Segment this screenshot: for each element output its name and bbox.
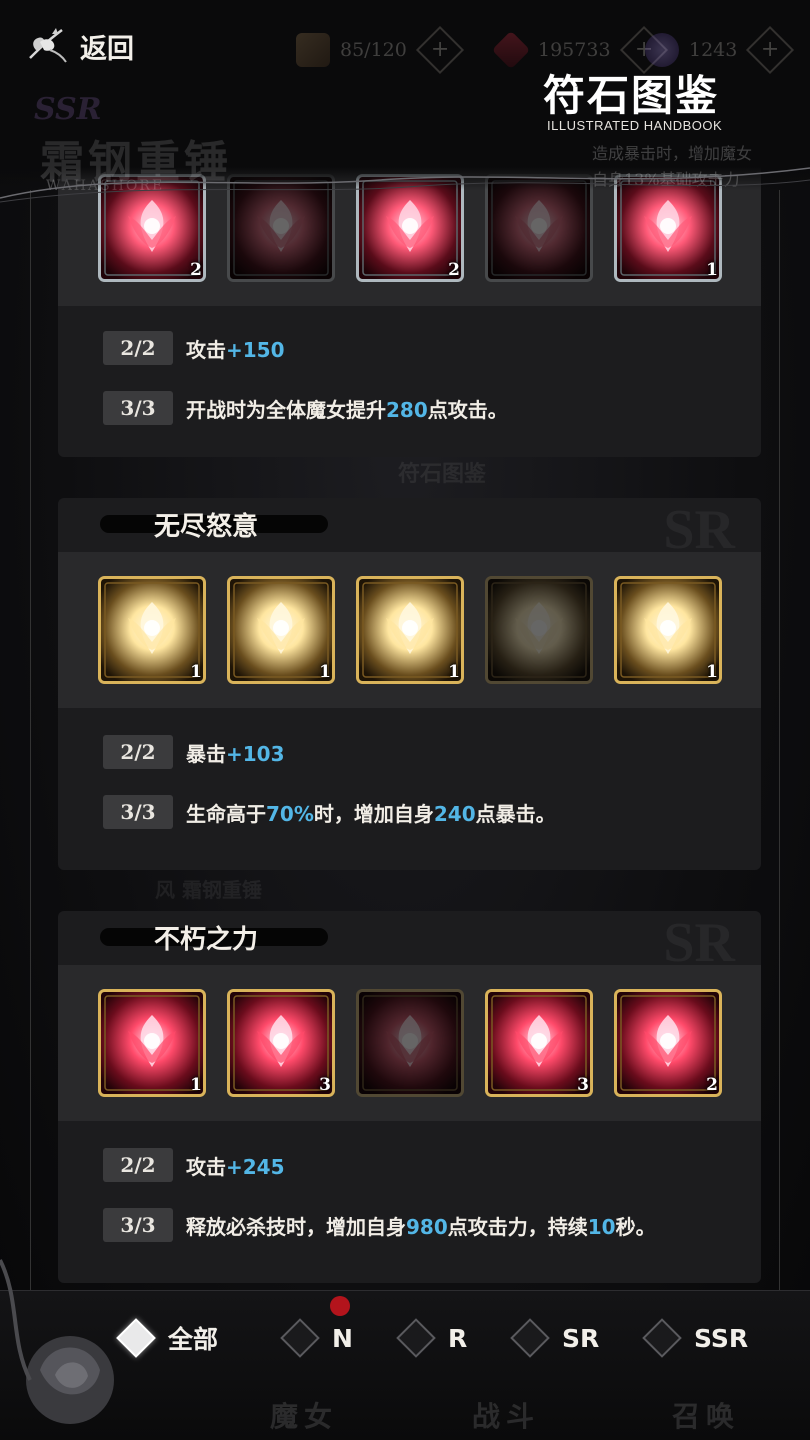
back-button-overlay[interactable]: 返回 xyxy=(22,18,152,74)
nav-ghost-summon: 召唤 xyxy=(672,1400,741,1433)
bg-ghost-title: 符石图鉴 xyxy=(398,461,487,487)
filter-ssr[interactable]: SSR xyxy=(642,1316,749,1360)
filter-label: R xyxy=(448,1323,468,1353)
rune-count: 2 xyxy=(190,260,202,280)
rune-tile[interactable]: 1 xyxy=(98,576,206,684)
rune-row: 1 1 1 1 xyxy=(58,552,761,708)
resource-orb-value: 1243 xyxy=(689,39,738,61)
rune-count: 1 xyxy=(190,662,202,682)
rune-gem-icon xyxy=(356,989,464,1097)
bonus-text: 攻击+245 xyxy=(186,1154,285,1179)
resource-cards-overlay: 85/120 + xyxy=(296,25,464,75)
diamond-check-icon xyxy=(396,1318,436,1358)
cards-icon xyxy=(296,33,330,67)
bg-rarity-overlay: SSR xyxy=(34,92,102,127)
bg-ghost-lower: 风 霜钢重锤 xyxy=(155,878,262,902)
rune-count: 3 xyxy=(319,1075,331,1095)
bonus-row: 2/2 攻击+245 xyxy=(58,1135,761,1195)
rune-row: 1 3 3 2 xyxy=(58,965,761,1121)
rune-tile[interactable]: 1 xyxy=(614,576,722,684)
filter-all[interactable]: 全部 xyxy=(116,1316,219,1360)
rune-tile[interactable]: 3 xyxy=(485,989,593,1097)
rune-set-card[interactable]: 无尽怒意 SR 1 1 1 1 2/2 暴击+103 3/3 生命高于70%时，增加自… xyxy=(58,498,761,870)
rune-count: 2 xyxy=(448,260,460,280)
rune-tile[interactable]: 1 xyxy=(98,989,206,1097)
rune-count: 1 xyxy=(319,662,331,682)
filter-sr[interactable]: SR xyxy=(510,1316,600,1360)
filter-label: SSR xyxy=(694,1323,749,1353)
rune-count: 2 xyxy=(706,1075,718,1095)
resource-crystal-overlay: 195733 + xyxy=(491,25,668,75)
rune-tile[interactable] xyxy=(485,576,593,684)
add-cards-button[interactable]: + xyxy=(415,25,464,75)
page-subtitle-overlay: ILLUSTRATED HANDBOOK xyxy=(547,118,723,133)
bonus-tag: 2/2 xyxy=(103,735,173,769)
filter-r[interactable]: R xyxy=(396,1316,468,1360)
resource-orb-overlay: 1243 + xyxy=(645,25,795,75)
diamond-check-icon xyxy=(280,1318,320,1358)
bonus-text: 释放必杀技时，增加自身980点攻击力，持续10秒。 xyxy=(186,1214,656,1239)
rune-tile[interactable]: 1 xyxy=(356,576,464,684)
bonus-text: 生命高于70%时，增加自身240点暴击。 xyxy=(186,801,556,826)
card-header: 不朽之力 SR xyxy=(58,911,761,974)
nav-ghost-witch: 魔女 xyxy=(270,1400,339,1433)
red-crystal-icon xyxy=(491,30,531,70)
bonus-tag: 3/3 xyxy=(103,391,173,425)
diamond-check-icon xyxy=(116,1318,156,1358)
bonus-text: 暴击+103 xyxy=(186,741,285,766)
bonus-row: 2/2 暴击+103 xyxy=(58,722,761,782)
bonus-row: 2/2 攻击+150 xyxy=(58,318,761,378)
filter-label: 全部 xyxy=(168,1325,219,1354)
filter-n[interactable]: N xyxy=(280,1316,353,1360)
card-header: 无尽怒意 SR xyxy=(58,498,761,561)
bonus-row: 3/3 开战时为全体魔女提升280点攻击。 xyxy=(58,378,761,438)
bonus-tag: 3/3 xyxy=(103,795,173,829)
back-label: 返回 xyxy=(80,33,134,65)
rune-count: 1 xyxy=(448,662,460,682)
bonus-text: 开战时为全体魔女提升280点攻击。 xyxy=(186,397,508,422)
diamond-check-icon xyxy=(510,1318,550,1358)
filter-label: N xyxy=(332,1323,353,1353)
rose-back-icon xyxy=(29,28,67,63)
rune-count: 1 xyxy=(706,260,718,280)
rune-count: 1 xyxy=(190,1075,202,1095)
bonus-row: 3/3 生命高于70%时，增加自身240点暴击。 xyxy=(58,782,761,842)
rune-gem-icon xyxy=(485,576,593,684)
bonus-tag: 2/2 xyxy=(103,331,173,365)
notification-dot xyxy=(330,1296,350,1316)
rune-tile[interactable]: 3 xyxy=(227,989,335,1097)
rune-tile[interactable]: 1 xyxy=(227,576,335,684)
resource-cards-value: 85/120 xyxy=(340,39,407,61)
resource-crystal-value: 195733 xyxy=(538,39,611,61)
purple-orb-icon xyxy=(645,33,679,67)
bonus-text: 攻击+150 xyxy=(186,337,285,362)
nav-ghost-battle: 战斗 xyxy=(472,1400,541,1433)
rune-tile[interactable]: 2 xyxy=(614,989,722,1097)
thorn-divider xyxy=(0,167,810,203)
rune-tile[interactable] xyxy=(356,989,464,1097)
bonus-tag: 2/2 xyxy=(103,1148,173,1182)
filter-label: SR xyxy=(562,1323,600,1353)
card-title: 不朽之力 xyxy=(154,925,259,955)
rune-count: 3 xyxy=(577,1075,589,1095)
card-title: 无尽怒意 xyxy=(154,512,259,542)
add-orb-button[interactable]: + xyxy=(746,25,795,75)
rune-count: 1 xyxy=(706,662,718,682)
diamond-check-icon xyxy=(642,1318,682,1358)
page-title-overlay: 符石图鉴 xyxy=(543,71,720,120)
